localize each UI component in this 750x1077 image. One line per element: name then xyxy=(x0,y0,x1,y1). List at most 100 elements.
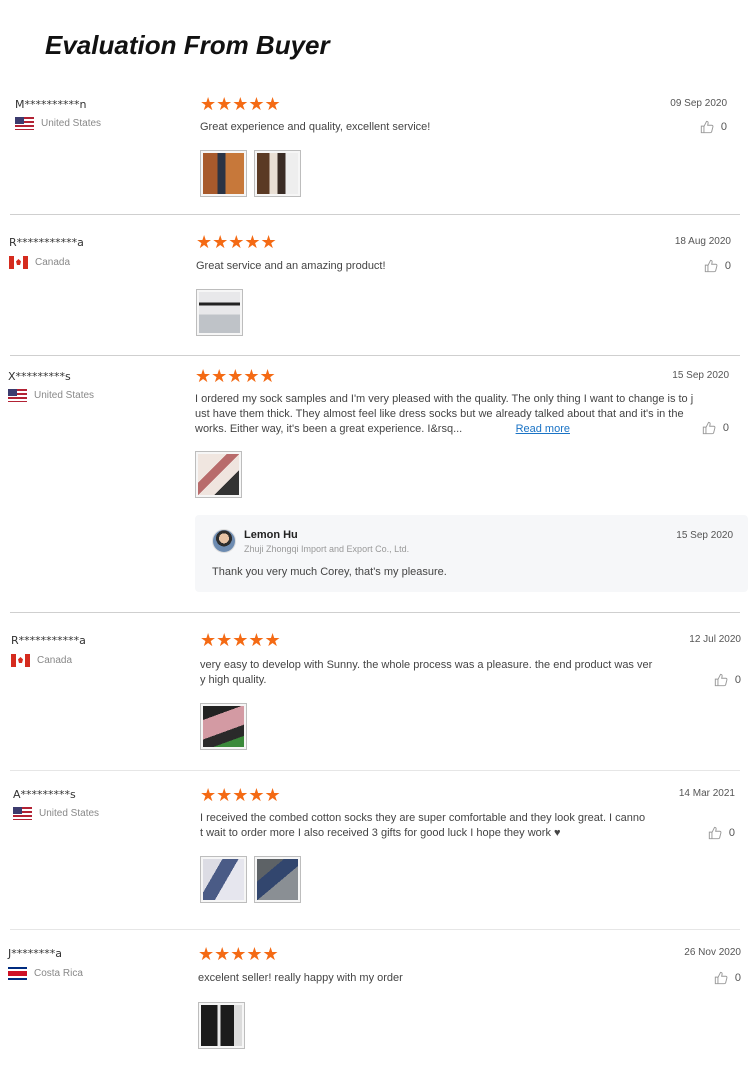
buyer-name: A*********s xyxy=(13,788,76,801)
comment-line: very easy to develop with Sunny. the who… xyxy=(200,659,653,671)
review-comment: Great service and an amazing product! xyxy=(196,260,386,272)
us-flag-icon xyxy=(15,117,34,130)
country-name: Costa Rica xyxy=(34,968,83,979)
page-title: Evaluation From Buyer xyxy=(45,30,330,60)
buyer-name: R***********a xyxy=(11,634,86,647)
buyer-country: Costa Rica xyxy=(8,967,83,980)
review-photo-thumbnail[interactable] xyxy=(196,289,243,336)
thumbs-up-icon xyxy=(700,120,714,134)
like-button[interactable]: 0 xyxy=(708,826,735,840)
like-count: 0 xyxy=(734,674,741,686)
review-comment: very easy to develop with Sunny. the who… xyxy=(200,658,675,688)
review-photos xyxy=(200,150,301,197)
review-photo-thumbnail[interactable] xyxy=(198,1002,245,1049)
thumbs-up-icon xyxy=(714,971,728,985)
like-button[interactable]: 0 xyxy=(704,259,731,273)
like-count: 0 xyxy=(734,972,741,984)
review-photos xyxy=(198,1002,245,1049)
like-count: 0 xyxy=(720,121,727,133)
reply-text: Thank you very much Corey, that's my ple… xyxy=(212,566,447,578)
review-photos xyxy=(195,451,242,498)
buyer-country: United States xyxy=(8,389,94,402)
review-divider xyxy=(10,929,740,930)
like-count: 0 xyxy=(722,422,729,434)
canada-flag-icon xyxy=(11,654,30,667)
comment-line: works. Either way, it's been a great exp… xyxy=(195,422,570,437)
read-more-link[interactable]: Read more xyxy=(516,422,570,437)
review-date: 09 Sep 2020 xyxy=(670,98,727,109)
star-rating-glyphs: ★★★★★ xyxy=(200,630,281,651)
thumbs-up-icon xyxy=(702,421,716,435)
review-divider xyxy=(10,612,740,613)
star-rating: ★★★★★ xyxy=(200,632,281,650)
comment-line: ust have them thick. They almost feel li… xyxy=(195,408,684,420)
review-comment: excelent seller! really happy with my or… xyxy=(198,972,403,984)
like-button[interactable]: 0 xyxy=(702,421,729,435)
comment-line-text: works. Either way, it's been a great exp… xyxy=(195,423,463,435)
review-photo-thumbnail[interactable] xyxy=(200,856,247,903)
like-button[interactable]: 0 xyxy=(714,971,741,985)
review-photo-thumbnail[interactable] xyxy=(200,703,247,750)
review-date: 15 Sep 2020 xyxy=(672,370,729,381)
comment-line: I received the combed cotton socks they … xyxy=(200,812,646,824)
us-flag-icon xyxy=(8,389,27,402)
buyer-country: United States xyxy=(15,117,101,130)
star-rating: ★★★★★ xyxy=(195,368,276,386)
review-photos xyxy=(200,856,301,903)
costa-rica-flag-icon xyxy=(8,967,27,980)
buyer-name: M**********n xyxy=(15,98,87,111)
thumbs-up-icon xyxy=(714,673,728,687)
country-name: United States xyxy=(41,118,102,129)
review-divider xyxy=(10,355,740,356)
star-rating: ★★★★★ xyxy=(200,787,281,805)
review-date: 18 Aug 2020 xyxy=(674,236,731,247)
review-photo-thumbnail[interactable] xyxy=(200,150,247,197)
buyer-name: X*********s xyxy=(8,370,71,383)
country-name: Canada xyxy=(35,257,71,268)
star-rating: ★★★★★ xyxy=(200,96,281,114)
like-button[interactable]: 0 xyxy=(714,673,741,687)
like-count: 0 xyxy=(728,827,735,839)
review-date: 14 Mar 2021 xyxy=(678,788,735,799)
like-count: 0 xyxy=(724,260,731,272)
buyer-name: R***********a xyxy=(9,236,84,249)
review-photos xyxy=(196,289,243,336)
review-divider xyxy=(10,770,740,771)
review-photo-thumbnail[interactable] xyxy=(254,150,301,197)
comment-line: t wait to order more I also received 3 g… xyxy=(200,827,561,839)
review-comment: I ordered my sock samples and I'm very p… xyxy=(195,392,705,437)
star-rating-glyphs: ★★★★★ xyxy=(200,94,281,115)
star-rating-glyphs: ★★★★★ xyxy=(196,232,277,253)
country-name: United States xyxy=(39,808,100,819)
us-flag-icon xyxy=(13,807,32,820)
buyer-country: United States xyxy=(13,807,99,820)
thumbs-up-icon xyxy=(704,259,718,273)
comment-line: I ordered my sock samples and I'm very p… xyxy=(195,393,694,405)
review-comment: I received the combed cotton socks they … xyxy=(200,811,670,841)
reply-author-name: Lemon Hu xyxy=(244,529,298,541)
buyer-country: Canada xyxy=(11,654,72,667)
star-rating: ★★★★★ xyxy=(196,234,277,252)
buyer-name: J********a xyxy=(8,947,62,960)
review-photo-thumbnail[interactable] xyxy=(254,856,301,903)
comment-line: y high quality. xyxy=(200,674,267,686)
avatar xyxy=(212,529,236,553)
star-rating-glyphs: ★★★★★ xyxy=(200,785,281,806)
thumbs-up-icon xyxy=(708,826,722,840)
reply-date: 15 Sep 2020 xyxy=(676,530,733,541)
reply-company: Zhuji Zhongqi Import and Export Co., Ltd… xyxy=(244,544,410,554)
star-rating: ★★★★★ xyxy=(198,946,279,964)
like-button[interactable]: 0 xyxy=(700,120,727,134)
seller-reply: Lemon Hu Zhuji Zhongqi Import and Export… xyxy=(195,515,748,592)
canada-flag-icon xyxy=(9,256,28,269)
review-date: 26 Nov 2020 xyxy=(684,947,741,958)
review-divider xyxy=(10,214,740,215)
buyer-country: Canada xyxy=(9,256,70,269)
star-rating-glyphs: ★★★★★ xyxy=(195,366,276,387)
review-comment: Great experience and quality, excellent … xyxy=(200,121,431,133)
review-photo-thumbnail[interactable] xyxy=(195,451,242,498)
country-name: Canada xyxy=(37,655,73,666)
country-name: United States xyxy=(34,390,95,401)
star-rating-glyphs: ★★★★★ xyxy=(198,944,279,965)
review-photos xyxy=(200,703,247,750)
